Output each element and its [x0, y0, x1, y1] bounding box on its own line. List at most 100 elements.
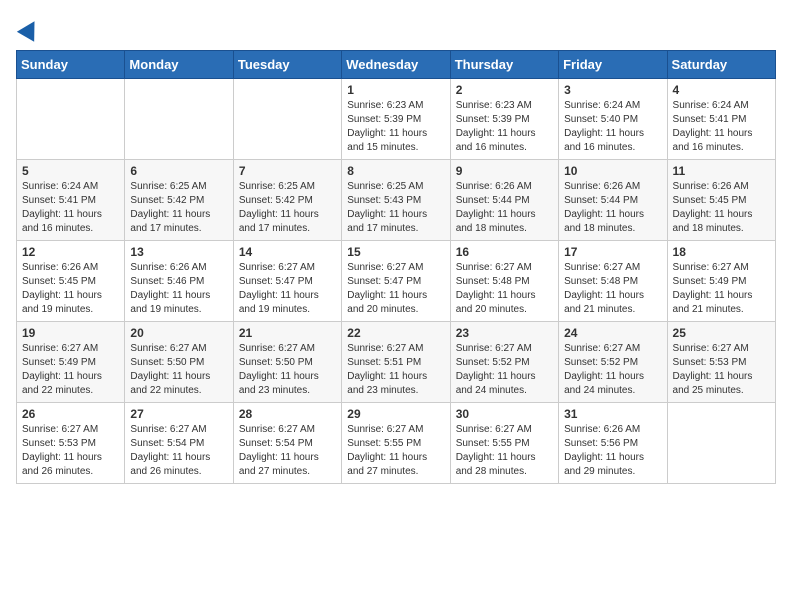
day-info: Sunrise: 6:26 AMSunset: 5:46 PMDaylight:… [130, 261, 227, 317]
day-info: Sunrise: 6:25 AMSunset: 5:43 PMDaylight:… [347, 180, 444, 236]
day-number: 1 [347, 83, 444, 97]
day-info: Sunrise: 6:27 AMSunset: 5:48 PMDaylight:… [456, 261, 553, 317]
day-number: 30 [456, 407, 553, 421]
calendar-cell: 3 Sunrise: 6:24 AMSunset: 5:40 PMDaylight… [559, 79, 667, 160]
calendar-cell: 2 Sunrise: 6:23 AMSunset: 5:39 PMDaylight… [450, 79, 558, 160]
day-number: 22 [347, 326, 444, 340]
calendar-cell: 13 Sunrise: 6:26 AMSunset: 5:46 PMDayligh… [125, 241, 233, 322]
calendar-cell: 11 Sunrise: 6:26 AMSunset: 5:45 PMDayligh… [667, 160, 775, 241]
calendar-week-row: 5 Sunrise: 6:24 AMSunset: 5:41 PMDaylight… [17, 160, 776, 241]
day-number: 23 [456, 326, 553, 340]
day-number: 16 [456, 245, 553, 259]
weekday-header: Monday [125, 51, 233, 79]
day-info: Sunrise: 6:26 AMSunset: 5:45 PMDaylight:… [22, 261, 119, 317]
calendar-header-row: SundayMondayTuesdayWednesdayThursdayFrid… [17, 51, 776, 79]
calendar-cell: 26 Sunrise: 6:27 AMSunset: 5:53 PMDayligh… [17, 403, 125, 484]
day-info: Sunrise: 6:27 AMSunset: 5:50 PMDaylight:… [130, 342, 227, 398]
calendar-cell: 6 Sunrise: 6:25 AMSunset: 5:42 PMDaylight… [125, 160, 233, 241]
calendar-cell: 28 Sunrise: 6:27 AMSunset: 5:54 PMDayligh… [233, 403, 341, 484]
calendar-cell: 30 Sunrise: 6:27 AMSunset: 5:55 PMDayligh… [450, 403, 558, 484]
calendar-cell: 19 Sunrise: 6:27 AMSunset: 5:49 PMDayligh… [17, 322, 125, 403]
day-number: 20 [130, 326, 227, 340]
day-number: 6 [130, 164, 227, 178]
day-info: Sunrise: 6:27 AMSunset: 5:55 PMDaylight:… [347, 423, 444, 479]
day-number: 9 [456, 164, 553, 178]
day-number: 24 [564, 326, 661, 340]
calendar-cell: 23 Sunrise: 6:27 AMSunset: 5:52 PMDayligh… [450, 322, 558, 403]
day-number: 25 [673, 326, 770, 340]
day-number: 12 [22, 245, 119, 259]
day-info: Sunrise: 6:26 AMSunset: 5:56 PMDaylight:… [564, 423, 661, 479]
day-info: Sunrise: 6:27 AMSunset: 5:47 PMDaylight:… [347, 261, 444, 317]
day-info: Sunrise: 6:27 AMSunset: 5:49 PMDaylight:… [22, 342, 119, 398]
calendar-cell: 7 Sunrise: 6:25 AMSunset: 5:42 PMDaylight… [233, 160, 341, 241]
day-number: 7 [239, 164, 336, 178]
day-info: Sunrise: 6:27 AMSunset: 5:55 PMDaylight:… [456, 423, 553, 479]
day-number: 15 [347, 245, 444, 259]
day-info: Sunrise: 6:27 AMSunset: 5:54 PMDaylight:… [239, 423, 336, 479]
calendar-cell: 18 Sunrise: 6:27 AMSunset: 5:49 PMDayligh… [667, 241, 775, 322]
calendar-cell: 29Sunrise: 6:27 AMSunset: 5:55 PMDayligh… [342, 403, 450, 484]
calendar-cell: 14Sunrise: 6:27 AMSunset: 5:47 PMDayligh… [233, 241, 341, 322]
weekday-header: Wednesday [342, 51, 450, 79]
day-number: 28 [239, 407, 336, 421]
calendar-cell: 25 Sunrise: 6:27 AMSunset: 5:53 PMDayligh… [667, 322, 775, 403]
day-number: 31 [564, 407, 661, 421]
day-number: 19 [22, 326, 119, 340]
day-info: Sunrise: 6:26 AMSunset: 5:45 PMDaylight:… [673, 180, 770, 236]
calendar-cell: 27Sunrise: 6:27 AMSunset: 5:54 PMDayligh… [125, 403, 233, 484]
calendar-cell [667, 403, 775, 484]
day-number: 2 [456, 83, 553, 97]
logo [16, 16, 40, 38]
day-number: 13 [130, 245, 227, 259]
calendar-cell: 1 Sunrise: 6:23 AMSunset: 5:39 PMDaylight… [342, 79, 450, 160]
calendar-cell: 21Sunrise: 6:27 AMSunset: 5:50 PMDayligh… [233, 322, 341, 403]
calendar-cell: 5 Sunrise: 6:24 AMSunset: 5:41 PMDaylight… [17, 160, 125, 241]
day-info: Sunrise: 6:27 AMSunset: 5:51 PMDaylight:… [347, 342, 444, 398]
calendar-table: SundayMondayTuesdayWednesdayThursdayFrid… [16, 50, 776, 484]
day-number: 26 [22, 407, 119, 421]
day-number: 17 [564, 245, 661, 259]
day-number: 3 [564, 83, 661, 97]
calendar-cell: 9 Sunrise: 6:26 AMSunset: 5:44 PMDaylight… [450, 160, 558, 241]
day-info: Sunrise: 6:23 AMSunset: 5:39 PMDaylight:… [456, 99, 553, 155]
day-info: Sunrise: 6:27 AMSunset: 5:49 PMDaylight:… [673, 261, 770, 317]
calendar-cell: 4Sunrise: 6:24 AMSunset: 5:41 PMDaylight… [667, 79, 775, 160]
calendar-cell: 12 Sunrise: 6:26 AMSunset: 5:45 PMDayligh… [17, 241, 125, 322]
calendar-cell: 24 Sunrise: 6:27 AMSunset: 5:52 PMDayligh… [559, 322, 667, 403]
weekday-header: Friday [559, 51, 667, 79]
calendar-cell: 17 Sunrise: 6:27 AMSunset: 5:48 PMDayligh… [559, 241, 667, 322]
day-number: 27 [130, 407, 227, 421]
day-number: 10 [564, 164, 661, 178]
day-info: Sunrise: 6:23 AMSunset: 5:39 PMDaylight:… [347, 99, 444, 155]
day-info: Sunrise: 6:24 AMSunset: 5:41 PMDaylight:… [673, 99, 770, 155]
day-info: Sunrise: 6:25 AMSunset: 5:42 PMDaylight:… [239, 180, 336, 236]
day-info: Sunrise: 6:24 AMSunset: 5:41 PMDaylight:… [22, 180, 119, 236]
day-number: 21 [239, 326, 336, 340]
day-number: 8 [347, 164, 444, 178]
calendar-week-row: 12 Sunrise: 6:26 AMSunset: 5:45 PMDayligh… [17, 241, 776, 322]
day-number: 5 [22, 164, 119, 178]
day-info: Sunrise: 6:27 AMSunset: 5:53 PMDaylight:… [673, 342, 770, 398]
day-number: 11 [673, 164, 770, 178]
day-number: 18 [673, 245, 770, 259]
calendar-cell: 15 Sunrise: 6:27 AMSunset: 5:47 PMDayligh… [342, 241, 450, 322]
calendar-cell [125, 79, 233, 160]
calendar-cell: 22 Sunrise: 6:27 AMSunset: 5:51 PMDayligh… [342, 322, 450, 403]
calendar-cell: 10Sunrise: 6:26 AMSunset: 5:44 PMDayligh… [559, 160, 667, 241]
logo-triangle-icon [17, 16, 43, 42]
day-info: Sunrise: 6:24 AMSunset: 5:40 PMDaylight:… [564, 99, 661, 155]
weekday-header: Thursday [450, 51, 558, 79]
calendar-cell [233, 79, 341, 160]
calendar-week-row: 19 Sunrise: 6:27 AMSunset: 5:49 PMDayligh… [17, 322, 776, 403]
day-info: Sunrise: 6:27 AMSunset: 5:52 PMDaylight:… [456, 342, 553, 398]
day-info: Sunrise: 6:25 AMSunset: 5:42 PMDaylight:… [130, 180, 227, 236]
calendar-week-row: 1 Sunrise: 6:23 AMSunset: 5:39 PMDaylight… [17, 79, 776, 160]
calendar-cell: 20 Sunrise: 6:27 AMSunset: 5:50 PMDayligh… [125, 322, 233, 403]
day-number: 14 [239, 245, 336, 259]
day-info: Sunrise: 6:27 AMSunset: 5:52 PMDaylight:… [564, 342, 661, 398]
day-info: Sunrise: 6:27 AMSunset: 5:53 PMDaylight:… [22, 423, 119, 479]
day-info: Sunrise: 6:27 AMSunset: 5:48 PMDaylight:… [564, 261, 661, 317]
weekday-header: Tuesday [233, 51, 341, 79]
day-info: Sunrise: 6:26 AMSunset: 5:44 PMDaylight:… [456, 180, 553, 236]
